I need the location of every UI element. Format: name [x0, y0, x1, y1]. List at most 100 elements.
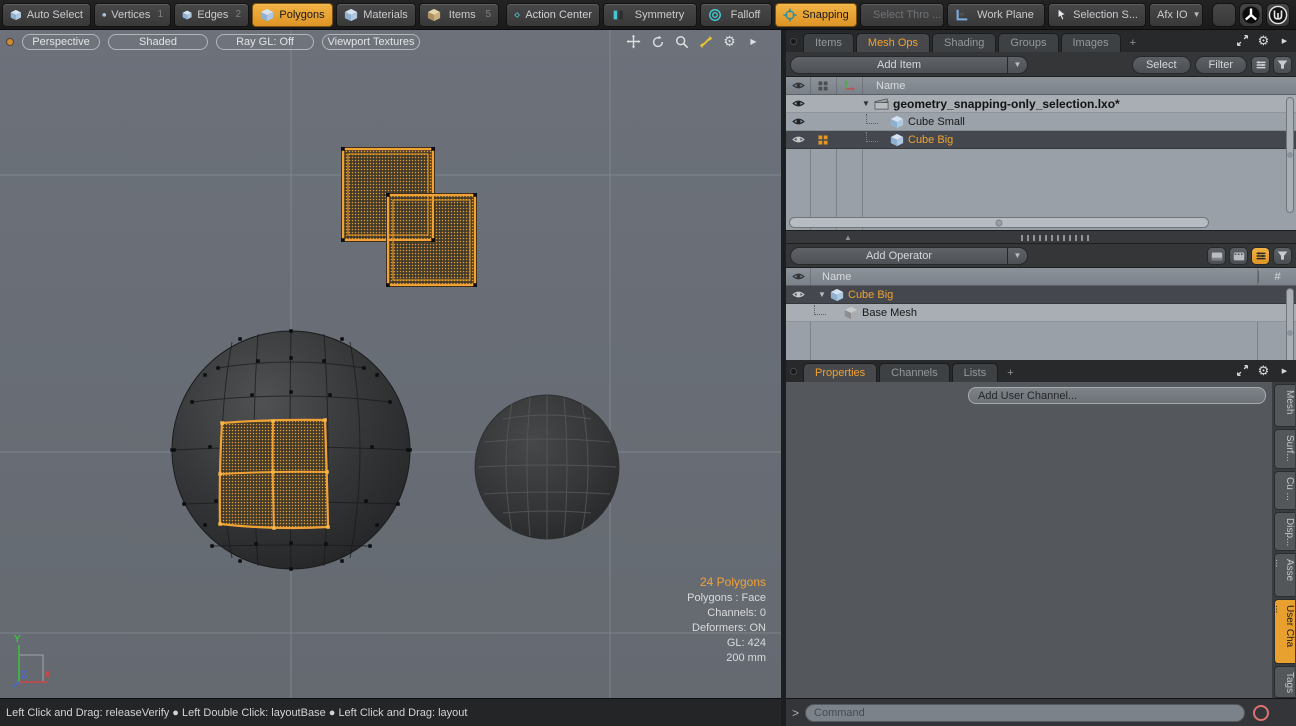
rotate-view-icon[interactable]: [649, 33, 666, 50]
items-mode-button[interactable]: Items5: [419, 3, 499, 27]
axis-x-label: X: [44, 670, 51, 681]
add-item-dropdown-arrow[interactable]: ▼: [1008, 56, 1028, 74]
selection-sets-button[interactable]: Selection S...: [1048, 3, 1146, 27]
tab-groups[interactable]: Groups: [998, 33, 1058, 52]
symmetry-button[interactable]: Symmetry: [603, 3, 697, 27]
work-plane-button[interactable]: Work Plane: [947, 3, 1045, 27]
tab-lists[interactable]: Lists: [952, 363, 999, 382]
expand-panel-icon[interactable]: [1235, 33, 1250, 48]
scene-row[interactable]: ▼ geometry_snapping-only_selection.lxo*: [786, 95, 1296, 113]
panel-more-arrow-icon[interactable]: ▶: [1277, 363, 1292, 378]
falloff-button[interactable]: Falloff: [700, 3, 772, 27]
expand-panel-icon[interactable]: [1235, 363, 1250, 378]
tab-mesh-ops[interactable]: Mesh Ops: [856, 33, 930, 52]
list-options-icon[interactable]: [1251, 56, 1270, 74]
add-operator-dropdown[interactable]: Add Operator: [790, 247, 1008, 265]
tree-elbow: [866, 132, 878, 142]
add-tab-button[interactable]: +: [1000, 363, 1020, 382]
panel-widget-dot[interactable]: [790, 368, 797, 375]
add-tab-button[interactable]: +: [1123, 33, 1143, 52]
viewport-background[interactable]: [0, 30, 781, 698]
item-list-hscrollbar[interactable]: [789, 217, 1209, 228]
edges-mode-button[interactable]: Edges2: [174, 3, 249, 27]
maximize-viewport-icon[interactable]: [697, 33, 714, 50]
axis-z-label: Z: [21, 670, 27, 681]
item-panel-strip-icons: ⚙ ▶: [1235, 33, 1292, 48]
eye-icon[interactable]: [786, 115, 810, 128]
viewport-thumb-widget[interactable]: [6, 38, 14, 46]
tab-shading[interactable]: Shading: [932, 33, 996, 52]
mesh-op-label: Cube Big: [848, 289, 893, 301]
empty-toolbar-button[interactable]: [1212, 3, 1236, 27]
auto-select-button[interactable]: Auto Select: [2, 3, 91, 27]
modo-kit-button[interactable]: [1239, 3, 1263, 27]
viewport-canvas[interactable]: Y X Z: [0, 30, 781, 698]
filter-funnel-icon[interactable]: [1273, 56, 1292, 74]
panel-more-arrow-icon[interactable]: ▶: [1277, 33, 1292, 48]
view-split-icon[interactable]: [1229, 247, 1248, 265]
select-button[interactable]: Select: [1132, 56, 1191, 74]
eye-icon[interactable]: [786, 133, 810, 146]
mesh-ops-filter-funnel-icon[interactable]: [1273, 247, 1292, 265]
perspective-selector[interactable]: Perspective: [22, 34, 100, 50]
panel-widget-dot[interactable]: [790, 38, 797, 45]
vtab-displacement[interactable]: Disp...: [1274, 512, 1295, 551]
filter-button[interactable]: Filter: [1195, 56, 1247, 74]
viewport-3d[interactable]: Y X Z Perspective Shaded Ray GL: Off Vie…: [0, 30, 781, 698]
eye-icon[interactable]: [786, 288, 810, 301]
tab-channels[interactable]: Channels: [879, 363, 949, 382]
crosshair-icon: [514, 8, 520, 22]
record-macro-icon[interactable]: [1253, 705, 1269, 721]
raygl-toggle[interactable]: Ray GL: Off: [216, 34, 314, 50]
vtab-surface[interactable]: Surf...: [1274, 429, 1295, 469]
viewport-settings-gear-icon[interactable]: ⚙: [721, 33, 738, 50]
render-grid-icon[interactable]: [810, 134, 836, 146]
snapping-button[interactable]: Snapping: [775, 3, 857, 27]
view-solo-icon[interactable]: [1207, 247, 1226, 265]
selected-polygons-patch[interactable]: [220, 420, 328, 528]
eye-icon[interactable]: [786, 97, 810, 110]
sphere-small-mesh[interactable]: [475, 395, 619, 539]
item-row-cube-small[interactable]: Cube Small: [786, 113, 1296, 131]
panel-gear-icon[interactable]: ⚙: [1256, 363, 1271, 378]
expander-triangle-icon[interactable]: ▼: [818, 290, 828, 299]
unreal-bridge-button[interactable]: [1266, 3, 1290, 27]
item-row-cube-big[interactable]: Cube Big: [786, 131, 1296, 149]
viewport-textures-toggle[interactable]: Viewport Textures: [322, 34, 420, 50]
viewport-more-arrow-icon[interactable]: ▶: [745, 33, 762, 50]
item-list-vscrollbar[interactable]: [1286, 97, 1294, 213]
tab-images[interactable]: Images: [1061, 33, 1121, 52]
vtab-tags[interactable]: Tags: [1274, 666, 1295, 698]
command-input[interactable]: [805, 704, 1245, 722]
item-panel-tabs: Items Mesh Ops Shading Groups Images +: [786, 30, 1296, 52]
view-list-icon[interactable]: [1251, 247, 1270, 265]
add-item-dropdown[interactable]: Add Item: [790, 56, 1008, 74]
mesh-op-row-base-mesh[interactable]: Base Mesh: [786, 304, 1296, 322]
scene-icon: [874, 96, 889, 111]
tab-properties[interactable]: Properties: [803, 363, 877, 382]
stat-gl: GL: 424: [687, 636, 766, 651]
select-through-button[interactable]: Select Thro ...: [860, 3, 944, 27]
panel-splitter[interactable]: ▲: [786, 230, 1296, 244]
add-operator-dropdown-arrow[interactable]: ▼: [1008, 247, 1028, 265]
collapse-triangle-icon[interactable]: ▲: [844, 233, 852, 242]
pan-icon[interactable]: [625, 33, 642, 50]
polygons-mode-button[interactable]: Polygons: [252, 3, 333, 27]
splitter-grip[interactable]: [1021, 235, 1091, 241]
afx-io-dropdown[interactable]: Afx IO▼: [1149, 3, 1203, 27]
mesh-op-row-cube-big[interactable]: ▼ Cube Big: [786, 286, 1296, 304]
vtab-user-channels[interactable]: User Cha ...: [1274, 599, 1295, 664]
vtab-assemblies[interactable]: Asse ...: [1274, 553, 1295, 597]
vertices-mode-button[interactable]: Vertices1: [94, 3, 171, 27]
tab-items[interactable]: Items: [803, 33, 854, 52]
materials-mode-button[interactable]: Materials: [336, 3, 416, 27]
shading-mode-selector[interactable]: Shaded: [108, 34, 208, 50]
sphere-large-mesh[interactable]: [172, 331, 410, 569]
vtab-curves[interactable]: Cu ...: [1274, 471, 1295, 510]
add-user-channel-button[interactable]: Add User Channel...: [968, 387, 1266, 404]
expander-triangle-icon[interactable]: ▼: [862, 99, 872, 108]
zoom-icon[interactable]: [673, 33, 690, 50]
panel-gear-icon[interactable]: ⚙: [1256, 33, 1271, 48]
action-center-button[interactable]: Action Center: [506, 3, 600, 27]
vtab-mesh[interactable]: Mesh: [1274, 384, 1295, 427]
